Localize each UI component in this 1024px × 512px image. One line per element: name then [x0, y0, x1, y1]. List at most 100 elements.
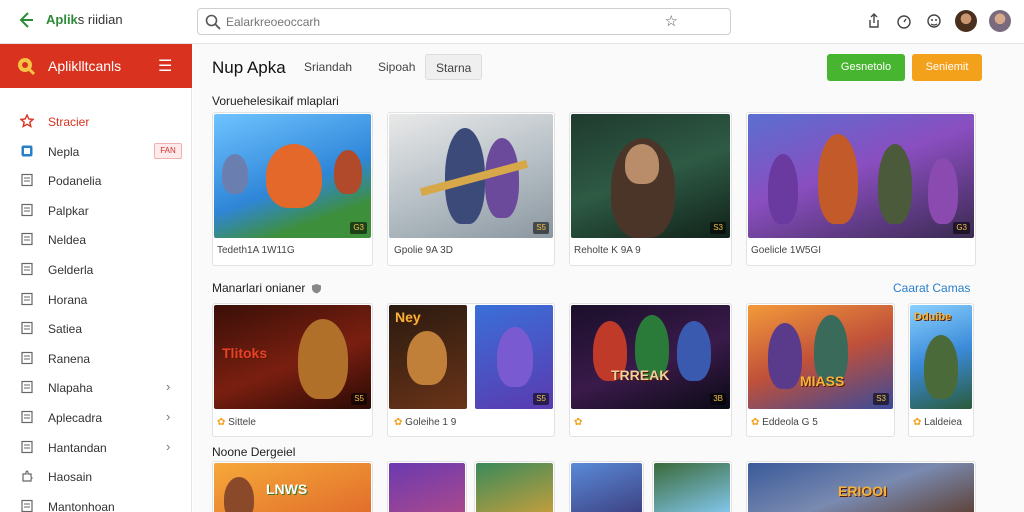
rating-badge: S5 [351, 393, 367, 405]
page-icon [21, 174, 33, 187]
profile-avatar[interactable] [989, 10, 1011, 32]
section-title-featured: Voruehelesikaif mlaplari [212, 94, 339, 108]
tab-3[interactable]: Starna [425, 54, 483, 80]
timer-icon[interactable] [895, 12, 913, 30]
game-caption: Gpolie 9A 3D [394, 245, 453, 256]
game-card[interactable]: ERIOOI [746, 461, 976, 512]
sidebar-item-label: Stracier [48, 115, 90, 129]
tab-1[interactable]: Sriandah [294, 54, 362, 80]
game-card[interactable]: G3 Goelicle 1W5GI [746, 112, 976, 266]
game-card[interactable]: S3 Reholte K 9A 9 [569, 112, 732, 266]
game-card[interactable]: LNWS [212, 461, 373, 512]
game-card[interactable]: MIASS S3 ✿ Eddeola G 5 [746, 303, 895, 437]
game-thumbnail: G3 [748, 114, 974, 238]
share-icon[interactable] [865, 12, 883, 30]
sidebar-item-label: Gelderla [48, 263, 94, 277]
sidebar-item[interactable]: Haosain [0, 465, 192, 489]
secondary-action-button[interactable]: Seniemit [912, 54, 982, 81]
sidebar-item-label: Mantonhoan [48, 499, 115, 512]
game-card[interactable] [474, 461, 555, 512]
game-caption-text: Goleihe 1 9 [405, 417, 457, 428]
search-icon [205, 14, 221, 30]
chevron-right-icon[interactable]: › [166, 379, 170, 394]
sidebar-item[interactable]: Hantandan › [0, 436, 192, 460]
rating-badge: S5 [533, 393, 549, 405]
user-avatar[interactable] [955, 10, 977, 32]
game-card[interactable] [569, 461, 644, 512]
sidebar-item-badge: FAN [154, 142, 182, 159]
support-icon[interactable] [925, 12, 943, 30]
sidebar-item-label: Palpkar [48, 203, 89, 218]
game-caption: Goelicle 1W5GI [751, 245, 822, 256]
game-card[interactable]: Tlitoks S5 ✿ Sittele [212, 303, 373, 437]
sidebar-header: Apliklltcanls ☰ [0, 44, 192, 88]
sidebar-item[interactable]: Mantonhoan [0, 495, 192, 512]
chevron-right-icon[interactable]: › [166, 439, 170, 454]
sidebar: Apliklltcanls ☰ Stracier Nepla FAN Podaneli… [0, 44, 192, 512]
game-thumbnail: ERIOOI [748, 463, 974, 512]
game-caption: Reholte K 9A 9 [574, 245, 641, 256]
sidebar-item[interactable]: Ranena [0, 347, 192, 371]
game-thumbnail: Tlitoks S5 [214, 305, 371, 409]
sidebar-item-label: Podanelia [48, 174, 102, 189]
hamburger-menu-icon[interactable]: ☰ [158, 56, 172, 76]
bookmark-star-icon[interactable]: ☆ [665, 12, 678, 30]
sidebar-item[interactable]: Neldea [0, 228, 192, 252]
page-icon [21, 351, 33, 364]
game-caption: ✿ Eddeola G 5 [751, 417, 818, 428]
game-card[interactable]: G3 Tedeth1A 1W11G [212, 112, 373, 266]
page-icon [21, 499, 33, 512]
sidebar-item[interactable]: Palpkar [0, 199, 192, 223]
sidebar-item-label: Haosain [48, 470, 93, 485]
main-content: Nup Apka Sriandah Sipoah Starna Gesnetol… [193, 44, 1024, 512]
primary-action-button[interactable]: Gesnetolo [827, 54, 905, 81]
back-arrow-icon[interactable] [14, 9, 36, 31]
game-caption: ✿ Goleihe 1 9 [394, 417, 457, 428]
game-card[interactable]: Dduibe ✿ Laldeiea [908, 303, 974, 437]
sidebar-item[interactable]: Nepla FAN [0, 140, 192, 164]
page-icon [21, 410, 33, 424]
page-icon [21, 440, 33, 453]
sidebar-item[interactable]: Podanelia [0, 169, 192, 193]
sidebar-item-label: Satiea [48, 322, 83, 337]
sidebar-item[interactable]: Stracier [0, 110, 192, 134]
game-thumbnail [571, 463, 642, 512]
game-caption: ✿ Laldeiea [913, 417, 962, 428]
game-card[interactable] [387, 461, 467, 512]
search-input[interactable] [226, 12, 656, 32]
game-card[interactable]: TRREAK 3B ✿ [569, 303, 732, 437]
see-all-link[interactable]: Caarat Camas [893, 281, 970, 295]
page-icon [21, 322, 33, 335]
sidebar-item[interactable]: Satiea [0, 317, 192, 341]
game-thumbnail: G3 [214, 114, 371, 238]
game-card[interactable]: S5 Gpolie 9A 3D [387, 112, 555, 266]
game-thumbnail [389, 463, 465, 512]
sidebar-item[interactable]: Horana [0, 288, 192, 312]
game-card[interactable]: Ney S5 ✿ Goleihe 1 9 [387, 303, 555, 437]
sidebar-item-label: Horana [48, 292, 88, 307]
game-thumbnail: Dduibe [910, 305, 972, 409]
tab-2[interactable]: Sipoah [368, 54, 425, 80]
star-icon [20, 114, 34, 128]
sidebar-item-label: Ranena [48, 351, 91, 366]
sidebar-item-label: Nlapaha [48, 381, 93, 396]
rating-badge: G3 [953, 222, 970, 234]
shield-icon [312, 284, 322, 294]
page-icon [21, 262, 33, 276]
rating-badge: S5 [533, 222, 549, 234]
game-caption: Tedeth1A 1W11G [217, 245, 295, 256]
sidebar-item[interactable]: Gelderla [0, 258, 192, 282]
game-thumbnail: S3 [571, 114, 730, 238]
page-icon [21, 233, 33, 246]
rating-badge: 3B [710, 393, 726, 405]
game-caption: ✿ Sittele [217, 417, 256, 428]
sidebar-item[interactable]: Aplecadra › [0, 406, 192, 430]
sidebar-item[interactable]: Nlapaha › [0, 376, 192, 400]
brand-suffix: s riidian [77, 12, 123, 27]
section-title-popular: Manarlari onianer [212, 281, 322, 295]
game-card[interactable] [652, 461, 732, 512]
game-thumbnail: S5 [475, 305, 553, 409]
search-bar[interactable]: ☆ [197, 8, 731, 35]
chevron-right-icon[interactable]: › [166, 409, 170, 424]
rating-badge: G3 [350, 222, 367, 234]
